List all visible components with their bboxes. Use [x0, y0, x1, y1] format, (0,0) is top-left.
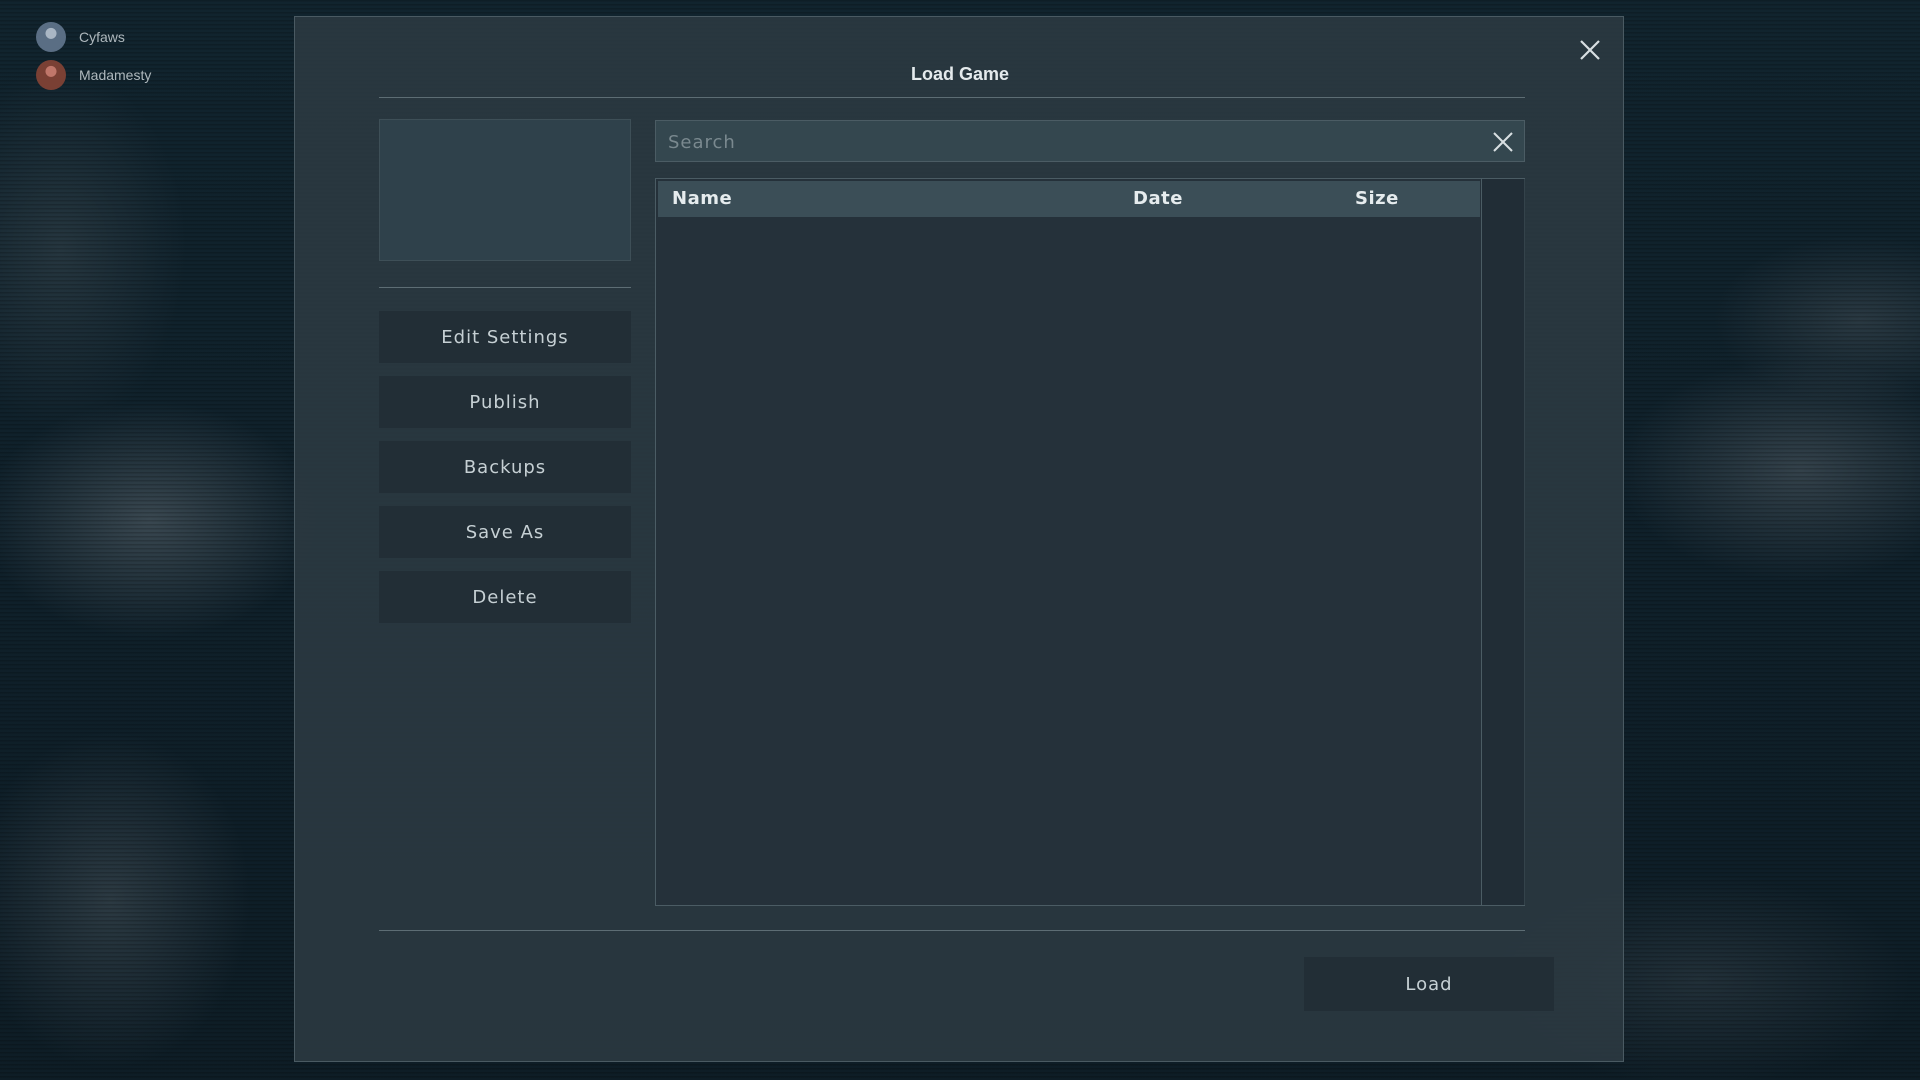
publish-button[interactable]: Publish [379, 376, 631, 428]
column-header-size[interactable]: Size [1355, 181, 1399, 217]
avatar [36, 60, 66, 90]
avatar [36, 22, 66, 52]
dialog-title: Load Game [910, 64, 1010, 84]
friend-name: Madamesty [79, 67, 152, 83]
save-as-button[interactable]: Save As [379, 506, 631, 558]
friend-entry[interactable]: Cyfaws [36, 22, 125, 52]
title-divider [379, 97, 1525, 98]
backups-button[interactable]: Backups [379, 441, 631, 493]
footer-divider [379, 930, 1525, 931]
game-screen: Cyfaws Madamesty Load Game Edit Settings… [0, 0, 1920, 1080]
load-button[interactable]: Load [1304, 957, 1554, 1011]
edit-settings-button[interactable]: Edit Settings [379, 311, 631, 363]
close-dialog-button[interactable] [1573, 33, 1607, 67]
delete-button[interactable]: Delete [379, 571, 631, 623]
column-header-date[interactable]: Date [1133, 181, 1183, 217]
clear-search-button[interactable] [1490, 129, 1516, 155]
table-scrollbar[interactable] [1481, 179, 1525, 905]
save-preview-thumbnail [379, 119, 631, 261]
load-game-dialog: Load Game Edit Settings Publish Backups … [294, 16, 1624, 1062]
search-bar [655, 120, 1525, 163]
sidebar-divider [379, 287, 631, 288]
table-body[interactable] [658, 217, 1480, 903]
column-header-name[interactable]: Name [672, 181, 732, 217]
close-icon [1580, 40, 1600, 60]
table-header: Name Date Size [658, 181, 1480, 217]
close-icon [1493, 132, 1513, 152]
friend-name: Cyfaws [79, 29, 125, 45]
search-input[interactable] [666, 121, 1490, 163]
saves-table: Name Date Size [655, 178, 1525, 906]
friend-entry[interactable]: Madamesty [36, 60, 151, 90]
